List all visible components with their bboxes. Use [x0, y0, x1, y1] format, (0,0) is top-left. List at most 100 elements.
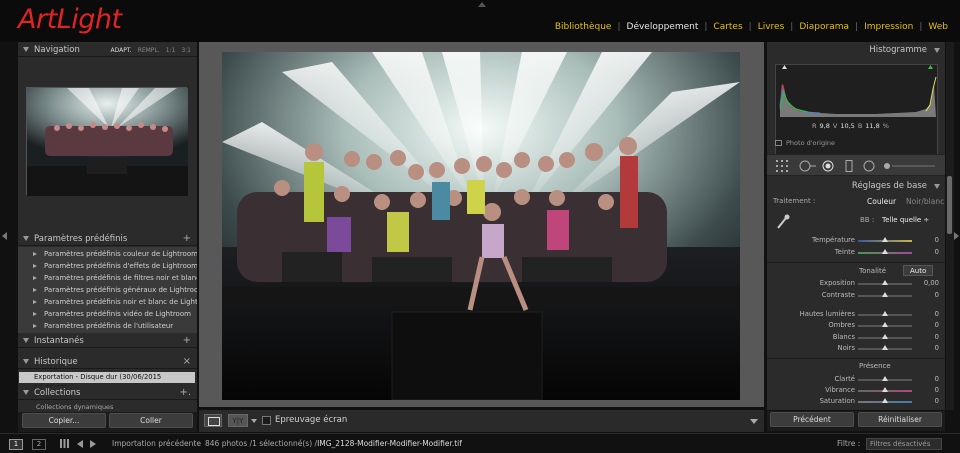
exposure-value[interactable]: 0,00 — [924, 279, 939, 287]
clarity-knob[interactable] — [882, 376, 888, 381]
add-snapshot-button[interactable]: + — [183, 335, 191, 346]
preset-folder[interactable]: Paramètres prédéfinis noir et blanc de L… — [18, 296, 197, 308]
previous-button[interactable]: Précédent — [770, 412, 854, 427]
contrast-knob[interactable] — [882, 292, 888, 297]
before-after-dropdown-icon[interactable] — [251, 419, 257, 423]
preset-folder[interactable]: Paramètres prédéfinis couleur de Lightro… — [18, 248, 197, 260]
highlights-knob[interactable] — [882, 311, 888, 316]
original-photo-toggle[interactable]: Photo d'origine — [775, 139, 835, 147]
whites-knob[interactable] — [882, 334, 888, 339]
add-preset-button[interactable]: + — [183, 233, 191, 244]
saturation-slider[interactable]: Saturation 0 — [767, 397, 945, 407]
module-diaporama[interactable]: Diaporama — [793, 22, 855, 32]
clear-history-button[interactable]: × — [183, 356, 191, 367]
blacks-knob[interactable] — [882, 345, 888, 350]
adjustment-brush-icon[interactable] — [883, 160, 937, 172]
collection-item[interactable]: Collections dynamiques — [18, 402, 197, 412]
source-label[interactable]: Importation précédente — [112, 439, 201, 448]
back-arrow-icon[interactable] — [77, 440, 83, 448]
clarity-value[interactable]: 0 — [935, 375, 939, 383]
saturation-value[interactable]: 0 — [935, 397, 939, 405]
temperature-value[interactable]: 0 — [935, 236, 939, 244]
presets-header[interactable]: Paramètres prédéfinis + — [18, 232, 197, 246]
module-livres[interactable]: Livres — [752, 22, 791, 32]
whites-slider[interactable]: Blancs 0 — [767, 333, 945, 343]
copy-settings-button[interactable]: Copier... — [22, 413, 106, 428]
zoom-1-1[interactable]: 1:1 — [166, 47, 176, 54]
shadows-slider[interactable]: Ombres 0 — [767, 321, 945, 331]
graduated-filter-icon[interactable] — [843, 160, 855, 172]
spot-removal-icon[interactable] — [799, 160, 817, 172]
treatment-color-option[interactable]: Couleur — [867, 197, 896, 206]
preset-folder[interactable]: Paramètres prédéfinis d'effets de Lightr… — [18, 260, 197, 272]
temperature-knob[interactable] — [882, 237, 888, 242]
clarity-slider[interactable]: Clarté 0 — [767, 375, 945, 385]
blacks-value[interactable]: 0 — [935, 344, 939, 352]
preset-folder[interactable]: Paramètres prédéfinis généraux de Lightr… — [18, 284, 197, 296]
highlights-value[interactable]: 0 — [935, 310, 939, 318]
contrast-slider[interactable]: Contraste 0 — [767, 291, 945, 301]
auto-tone-button[interactable]: Auto — [903, 265, 934, 276]
module-cartes[interactable]: Cartes — [707, 22, 748, 32]
grid-view-icon[interactable] — [60, 439, 69, 448]
toolbar-options-icon[interactable] — [750, 419, 758, 424]
crop-grid-icon[interactable] — [776, 160, 788, 172]
contrast-value[interactable]: 0 — [935, 291, 939, 299]
snapshots-header[interactable]: Instantanés + — [18, 334, 197, 348]
shadows-knob[interactable] — [882, 322, 888, 327]
vibrance-value[interactable]: 0 — [935, 386, 939, 394]
navigation-header[interactable]: Navigation ADAPT. REMPL. 1:1 3:1 — [18, 43, 197, 57]
history-header[interactable]: Historique × — [18, 355, 197, 369]
shadows-value[interactable]: 0 — [935, 321, 939, 329]
zoom-fit[interactable]: ADAPT. — [110, 47, 131, 54]
whites-value[interactable]: 0 — [935, 333, 939, 341]
preset-folder[interactable]: Paramètres prédéfinis de l'utilisateur — [18, 320, 197, 332]
filter-select[interactable]: Filtres désactivés — [866, 438, 942, 450]
add-collection-button[interactable]: +. — [179, 387, 191, 398]
vibrance-knob[interactable] — [882, 387, 888, 392]
highlights-slider[interactable]: Hautes lumières 0 — [767, 310, 945, 320]
treatment-bw-option[interactable]: Noir/blanc — [906, 197, 944, 206]
exposure-slider[interactable]: Exposition 0,00 — [767, 279, 945, 289]
paste-settings-button[interactable]: Coller — [109, 413, 193, 428]
temperature-slider[interactable]: Température 0 — [767, 236, 945, 246]
histogram-header[interactable]: Histogramme — [767, 43, 945, 57]
forward-arrow-icon[interactable] — [90, 440, 96, 448]
red-eye-icon[interactable] — [822, 160, 834, 172]
collapse-left-panel-icon[interactable] — [2, 232, 7, 240]
module-web[interactable]: Web — [922, 22, 954, 32]
expand-triangle-icon — [23, 236, 29, 241]
saturation-knob[interactable] — [882, 398, 888, 403]
basic-settings-header[interactable]: Réglages de base — [767, 179, 945, 193]
zoom-3-1[interactable]: 3:1 — [181, 47, 191, 54]
zoom-fill[interactable]: REMPL. — [138, 47, 160, 54]
eyedropper-icon[interactable] — [776, 214, 790, 230]
tint-knob[interactable] — [882, 249, 888, 254]
preset-folder[interactable]: Paramètres prédéfinis vidéo de Lightroom — [18, 308, 197, 320]
module-developpement[interactable]: Développement — [621, 22, 705, 32]
exposure-knob[interactable] — [882, 280, 888, 285]
vibrance-slider[interactable]: Vibrance 0 — [767, 386, 945, 396]
reset-button[interactable]: Réinitialiser — [858, 412, 942, 427]
main-window-button[interactable]: 1 — [9, 439, 23, 450]
navigator-preview[interactable] — [26, 87, 188, 196]
collapse-right-panel-icon[interactable] — [954, 232, 959, 240]
right-panel-scroll-thumb[interactable] — [947, 176, 952, 234]
original-photo-checkbox[interactable] — [775, 140, 782, 146]
second-window-button[interactable]: 2 — [32, 439, 46, 450]
radial-filter-icon[interactable] — [863, 160, 875, 172]
history-entry[interactable]: Exportation - Disque dur (30/06/2015 14:… — [19, 372, 195, 392]
wb-preset-select[interactable]: Telle quelle ÷ — [882, 216, 929, 224]
module-bibliotheque[interactable]: Bibliothèque — [549, 22, 618, 32]
collections-header[interactable]: Collections +. — [18, 386, 197, 400]
loupe-view-icon[interactable] — [204, 414, 222, 427]
module-impression[interactable]: Impression — [858, 22, 919, 32]
tint-slider[interactable]: Teinte 0 — [767, 248, 945, 258]
collapse-top-arrow-icon[interactable] — [478, 2, 486, 7]
preset-folder[interactable]: Paramètres prédéfinis de filtres noir et… — [18, 272, 197, 284]
photo-canvas[interactable] — [199, 42, 764, 407]
blacks-slider[interactable]: Noirs 0 — [767, 344, 945, 354]
tint-value[interactable]: 0 — [935, 248, 939, 256]
before-after-button[interactable]: Y|Y — [228, 414, 248, 427]
soft-proof-checkbox[interactable] — [262, 416, 271, 425]
